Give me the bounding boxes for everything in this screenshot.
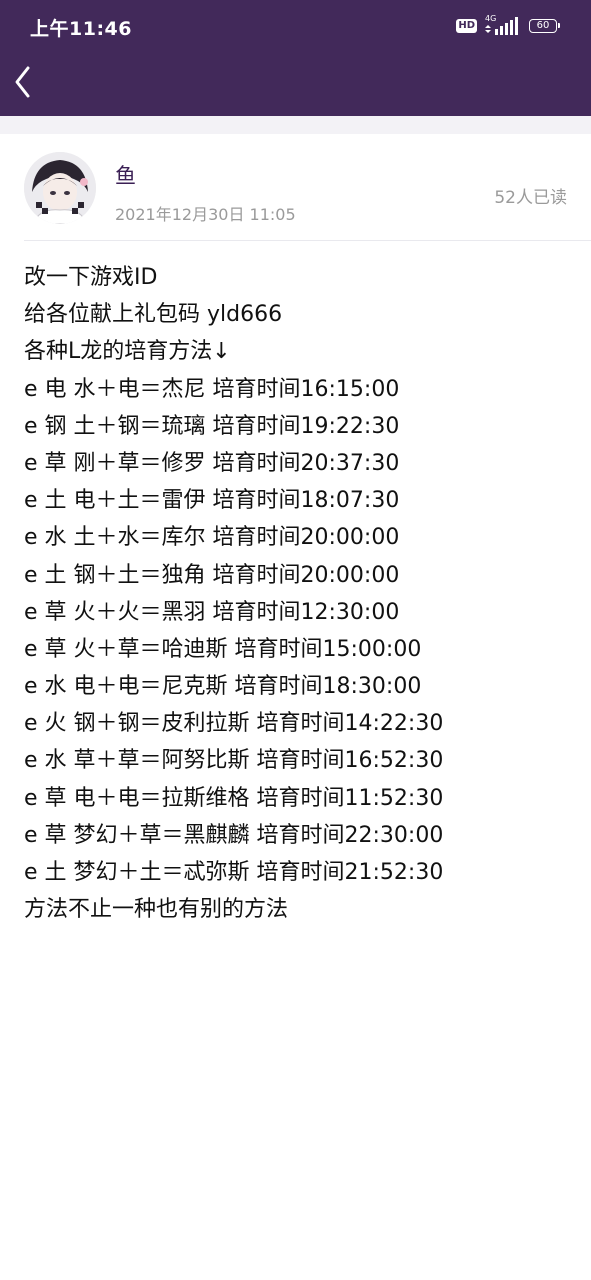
author-name[interactable]: 鱼 (115, 160, 136, 190)
content-line: e 水 草＋草＝阿努比斯 培育时间16:52:30 (24, 748, 444, 774)
status-time: 上午11:46 (30, 18, 132, 40)
network-type-label: 4G (485, 14, 497, 23)
status-icons: HD 4G 60 (456, 14, 560, 36)
avatar[interactable] (24, 152, 96, 224)
battery-level: 60 (536, 20, 550, 31)
content-line: 方法不止一种也有别的方法 (24, 897, 289, 923)
post-header: 鱼 2021年12月30日 11:05 52人已读 (0, 134, 591, 240)
back-button[interactable] (8, 58, 40, 102)
post-content: 改一下游戏ID 给各位献上礼包码 yld666 各种L龙的培育方法↓ e 电 水… (24, 259, 574, 928)
content-line: e 电 水＋电＝杰尼 培育时间16:15:00 (24, 376, 400, 402)
content-line: 各种L龙的培育方法↓ (24, 339, 231, 365)
status-bar: 上午11:46 HD 4G 60 (0, 0, 591, 52)
signal-icon: 4G (483, 14, 523, 36)
content-line: e 草 火＋火＝黑羽 培育时间12:30:00 (24, 599, 400, 625)
content-line: e 水 电＋电＝尼克斯 培育时间18:30:00 (24, 674, 422, 700)
content-line: 给各位献上礼包码 yld666 (24, 302, 283, 328)
content-line: e 钢 土＋钢＝琉璃 培育时间19:22:30 (24, 413, 400, 439)
post-date: 2021年12月30日 11:05 (115, 205, 296, 224)
content-line: e 草 刚＋草＝修罗 培育时间20:37:30 (24, 450, 400, 476)
content-line: e 土 梦幻＋土＝忒弥斯 培育时间21:52:30 (24, 860, 444, 885)
content-line: e 草 火＋草＝哈迪斯 培育时间15:00:00 (24, 636, 422, 662)
content-line: 改一下游戏ID (24, 265, 158, 290)
hd-badge: HD (456, 19, 477, 33)
section-gap (0, 116, 591, 134)
content-line: e 土 钢＋土＝独角 培育时间20:00:00 (24, 562, 400, 588)
header-divider (24, 240, 591, 241)
content-line: e 火 钢＋钢＝皮利拉斯 培育时间14:22:30 (24, 711, 444, 737)
avatar-image (24, 152, 96, 224)
content-line: e 土 电＋土＝雷伊 培育时间18:07:30 (24, 488, 400, 514)
content-line: e 草 电＋电＝拉斯维格 培育时间11:52:30 (24, 785, 444, 811)
battery-icon: 60 (529, 19, 560, 33)
chevron-left-icon (15, 66, 30, 98)
read-count: 52人已读 (494, 188, 567, 208)
content-line: e 水 土＋水＝库尔 培育时间20:00:00 (24, 525, 400, 551)
content-line: e 草 梦幻＋草＝黑麒麟 培育时间22:30:00 (24, 822, 444, 848)
nav-bar (0, 52, 591, 116)
